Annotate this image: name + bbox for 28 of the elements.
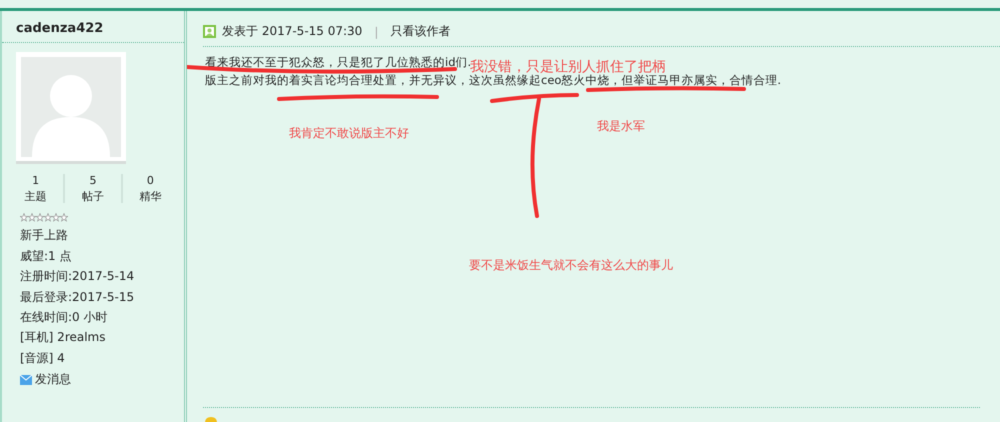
post-text: 版主之前对我的着实言论均合理处置，并无异议，这次虽然缘起ceo怒火中烧，但举证马甲亦属实，合情合理. xyxy=(205,73,782,88)
profile-info: 最后登录:2017-5-15 xyxy=(20,290,136,304)
reply-icon xyxy=(205,417,217,422)
post-date: 发表于 2017-5-15 07:30 xyxy=(222,24,362,39)
post-icon xyxy=(203,25,216,38)
stat-value[interactable]: 5 xyxy=(89,174,96,188)
profile-info: 注册时间:2017-5-14 xyxy=(20,269,136,284)
only-author-link[interactable]: 只看该作者 xyxy=(390,23,450,40)
stat-label: 帖子 xyxy=(82,190,104,204)
stat-label: 主题 xyxy=(24,190,47,204)
annotation-text: 要不是米饭生气就不会有这么大的事儿 xyxy=(469,257,673,274)
profile-info: [耳机] 2realms xyxy=(20,330,106,345)
stat-value[interactable]: 0 xyxy=(146,174,154,188)
rank-stars-icon xyxy=(20,213,68,222)
annotation-text: 我是水军 xyxy=(597,118,645,135)
stat-value[interactable]: 1 xyxy=(32,174,40,188)
annotation-text: 我肯定不敢说版主不好 xyxy=(289,125,409,142)
stat-label: 精华 xyxy=(139,190,162,204)
send-message-link[interactable]: 发消息 xyxy=(35,371,71,388)
envelope-icon xyxy=(20,374,32,385)
post-text: 看来我还不至于犯众怒，只是犯了几位熟悉的id们. xyxy=(205,55,472,69)
rank-title: 新手上路 xyxy=(20,228,69,243)
username[interactable]: cadenza422 xyxy=(2,11,184,43)
profile-info: 威望:1 点 xyxy=(20,248,72,264)
profile-info: [音源] 4 xyxy=(20,350,66,366)
separator: | xyxy=(374,24,378,38)
profile-info: 在线时间:0 小时 xyxy=(20,310,108,324)
annotation-text: 我没错，只是让别人抓住了把柄 xyxy=(470,58,666,75)
